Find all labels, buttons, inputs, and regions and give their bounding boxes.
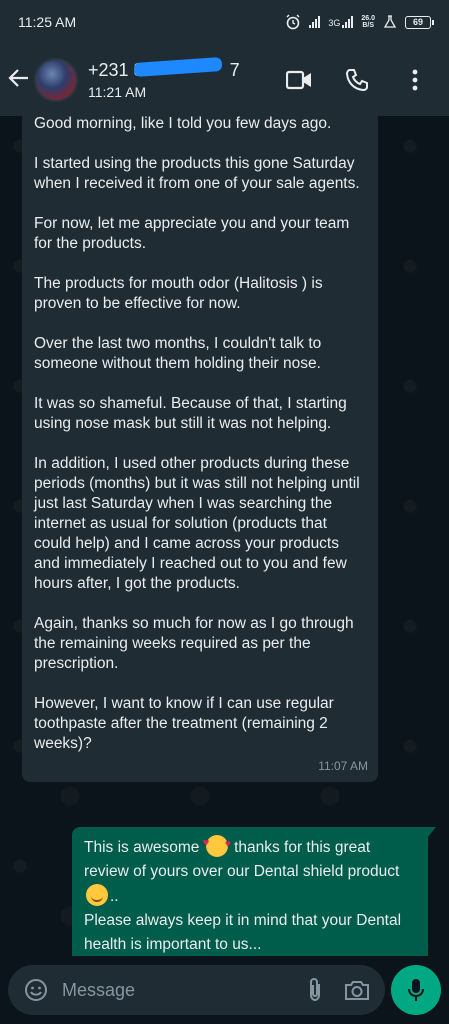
video-call-icon[interactable] bbox=[285, 66, 313, 94]
redaction-mark bbox=[133, 56, 223, 78]
message-paragraph: For now, let me appreciate you and your … bbox=[34, 215, 350, 252]
smiling-face-with-hearts-icon bbox=[203, 831, 231, 857]
net-speed: 26.0 B/S bbox=[361, 15, 375, 29]
status-bar: 11:25 AM 3G 26.0 B/S 69 bbox=[0, 0, 449, 44]
input-bar bbox=[0, 956, 449, 1024]
signal-2-icon bbox=[342, 16, 354, 28]
alarm-icon bbox=[286, 14, 300, 30]
message-paragraph: I started using the products this gone S… bbox=[34, 155, 360, 192]
avatar[interactable] bbox=[34, 58, 78, 102]
phone-icon[interactable] bbox=[343, 66, 371, 94]
mic-icon bbox=[408, 979, 424, 1001]
message-time: 11:07 AM bbox=[318, 759, 368, 773]
message-paragraph: Over the last two months, I couldn't tal… bbox=[34, 335, 322, 372]
message-text: .. bbox=[110, 888, 119, 905]
incoming-message[interactable]: Good morning, like I told you few days a… bbox=[22, 116, 378, 782]
message-paragraph: Again, thanks so much for now as I go th… bbox=[34, 615, 354, 672]
message-paragraph: In addition, I used other products durin… bbox=[34, 455, 360, 592]
camera-icon[interactable] bbox=[343, 976, 371, 1004]
battery-icon: 69 bbox=[405, 15, 434, 29]
back-arrow-icon[interactable] bbox=[0, 65, 34, 96]
more-vert-icon[interactable] bbox=[401, 66, 429, 94]
chat-header: +231 87 11:21 AM bbox=[0, 44, 449, 116]
contact-info[interactable]: +231 87 11:21 AM bbox=[88, 56, 285, 100]
mic-button[interactable] bbox=[391, 965, 441, 1015]
message-text: This is awesome bbox=[84, 839, 200, 856]
status-time: 11:25 AM bbox=[18, 14, 77, 30]
emoji-icon[interactable] bbox=[22, 976, 50, 1004]
flask-icon bbox=[383, 15, 397, 28]
message-composer bbox=[8, 965, 385, 1015]
status-icons: 3G 26.0 B/S 69 bbox=[285, 14, 434, 30]
message-paragraph: The products for mouth odor (Halitosis )… bbox=[34, 275, 323, 312]
smiling-face-icon bbox=[86, 884, 108, 906]
message-paragraph: Good morning, like I told you few days a… bbox=[34, 116, 332, 132]
outgoing-message[interactable]: This is awesome thanks for this great re… bbox=[72, 827, 436, 956]
message-text: Please always keep it in mind that your … bbox=[84, 912, 402, 953]
message-paragraph: However, I want to know if I can use reg… bbox=[34, 695, 334, 752]
contact-subtitle: 11:21 AM bbox=[88, 84, 147, 100]
chat-area[interactable]: Good morning, like I told you few days a… bbox=[0, 116, 449, 956]
contact-name: +231 87 bbox=[88, 56, 240, 81]
attach-icon[interactable] bbox=[301, 976, 329, 1004]
message-input[interactable] bbox=[62, 979, 301, 1001]
message-paragraph: It was so shameful. Because of that, I s… bbox=[34, 395, 347, 432]
network-type: 3G bbox=[328, 18, 341, 28]
signal-icon bbox=[309, 16, 321, 28]
